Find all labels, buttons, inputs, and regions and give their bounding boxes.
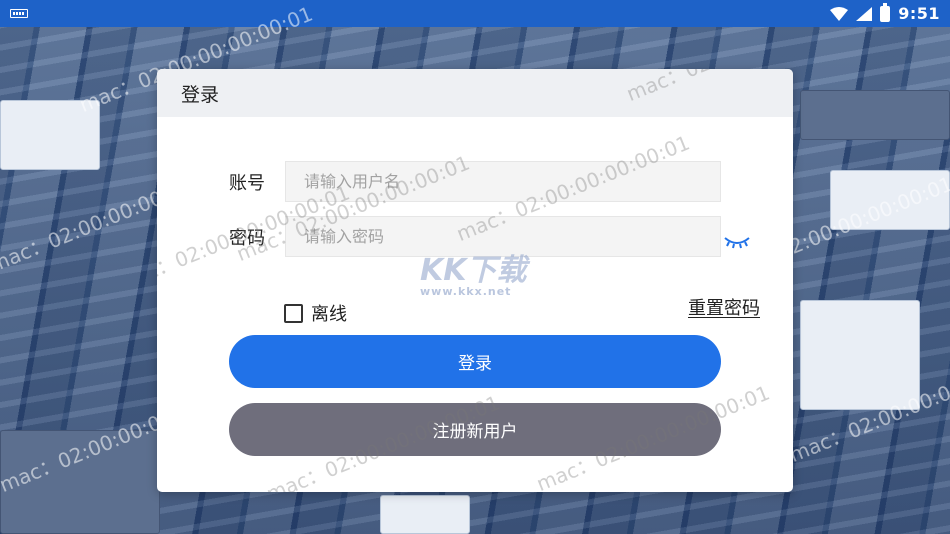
- truck-trailer: [830, 170, 950, 230]
- dialog-title: 登录: [181, 83, 220, 106]
- dialog-header: 登录: [157, 69, 793, 117]
- username-input[interactable]: [285, 161, 721, 202]
- truck-trailer: [0, 100, 100, 170]
- truck-trailer: [0, 430, 160, 534]
- signal-icon: [856, 6, 873, 21]
- login-button[interactable]: 登录: [229, 335, 721, 388]
- eye-closed-icon[interactable]: [723, 234, 751, 250]
- reset-password-link[interactable]: 重置密码: [688, 294, 760, 320]
- battery-icon: [880, 2, 891, 22]
- password-input[interactable]: [285, 216, 721, 257]
- password-label: 密码: [229, 228, 265, 249]
- offline-checkbox[interactable]: [284, 303, 303, 323]
- status-icons: 9:51: [830, 0, 940, 27]
- account-label: 账号: [229, 173, 265, 194]
- truck-trailer: [800, 90, 950, 140]
- status-bar: 9:51: [0, 0, 950, 27]
- offline-checkbox-row[interactable]: 离线: [284, 300, 347, 326]
- login-dialog: 登录 账号 密码 离线 重置密码 登录 注册新用户 mac：02:00:00:0…: [157, 69, 793, 492]
- keyboard-icon: [10, 9, 28, 18]
- register-button[interactable]: 注册新用户: [229, 403, 721, 456]
- clock: 9:51: [898, 4, 940, 23]
- truck-trailer: [800, 300, 920, 410]
- wifi-icon: [830, 6, 849, 21]
- offline-label: 离线: [311, 304, 347, 325]
- truck-trailer: [380, 495, 470, 534]
